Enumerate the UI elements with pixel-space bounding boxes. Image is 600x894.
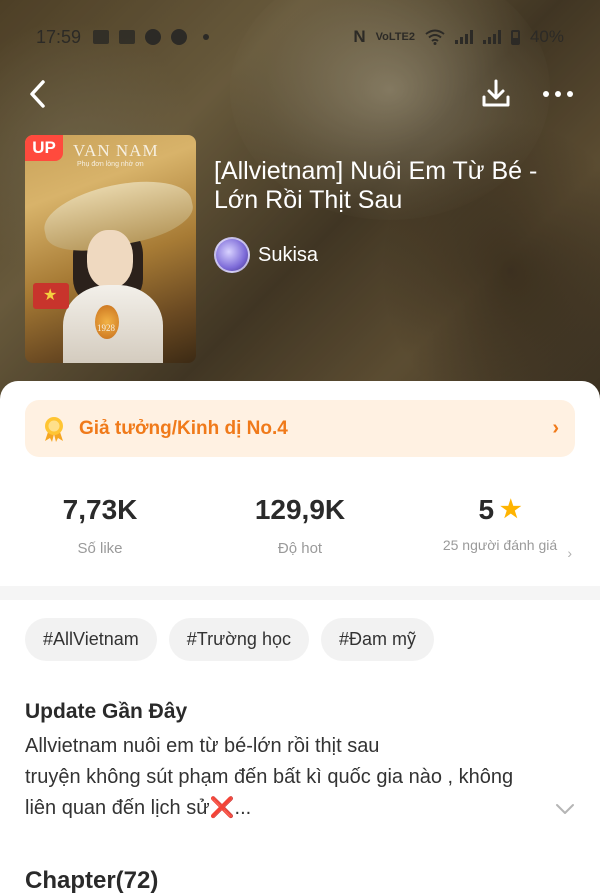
notification-icon	[119, 30, 136, 44]
likes-value: 7,73K	[62, 494, 138, 525]
book-title: [Allvietnam] Nuôi Em Từ Bé - Lớn Rồi Thị…	[214, 157, 538, 214]
status-bar: 17:59 N VoLTE2 40%	[0, 18, 600, 56]
rating-stat[interactable]: 5 ★ 25 người đánh giá ›	[400, 490, 600, 580]
download-icon	[482, 79, 510, 107]
description-ellipsis: ...	[234, 797, 252, 819]
notification-icon	[93, 30, 110, 44]
likes-stat: 7,73K Số like	[0, 490, 200, 580]
back-icon	[30, 80, 45, 108]
signal-icon	[454, 30, 473, 44]
update-heading: Update Gần Đây	[25, 700, 188, 723]
signal-icon	[482, 30, 501, 44]
section-divider	[0, 586, 600, 600]
avatar[interactable]	[214, 237, 250, 273]
more-options-button[interactable]	[536, 74, 580, 114]
tag-list: #AllVietnam #Trường học #Đam mỹ	[25, 618, 434, 661]
stats-row: 7,73K Số like 129,9K Độ hot 5 ★ 25 người…	[0, 490, 600, 580]
facebook-icon	[145, 29, 162, 45]
star-icon: ★	[500, 496, 522, 523]
chevron-down-icon[interactable]	[553, 797, 577, 821]
back-button[interactable]	[18, 74, 58, 114]
hot-stat: 129,9K Độ hot	[200, 490, 400, 580]
description-line: Allvietnam nuôi em từ bé-lớn rồi thịt sa…	[25, 735, 380, 757]
cross-mark-icon: ❌	[209, 797, 235, 819]
cover-title: VAN NAM	[73, 141, 159, 160]
facebook-icon	[171, 29, 188, 45]
hot-label: Độ hot	[277, 540, 323, 557]
tag-chip[interactable]: #Trường học	[168, 618, 309, 661]
nfc-icon: N	[353, 27, 366, 46]
ranking-label: Giả tưởng/Kinh dị No.4	[79, 417, 288, 439]
battery-icon	[510, 29, 520, 45]
hot-value: 129,9K	[254, 494, 346, 525]
volte-label: VoLTE2	[375, 31, 415, 43]
chevron-right-icon: ›	[567, 545, 572, 561]
medal-icon	[45, 416, 63, 442]
description-line: liên quan đến lịch sử	[25, 797, 210, 819]
ranking-banner[interactable]: Giả tưởng/Kinh dị No.4 ›	[25, 400, 575, 457]
book-cover[interactable]: VAN NAM Phụ đơn lòng nhờ ơn 1928	[25, 135, 196, 363]
tag-chip[interactable]: #AllVietnam	[25, 618, 157, 661]
more-notifications-icon	[203, 34, 210, 40]
cover-subtitle: Phụ đơn lòng nhờ ơn	[77, 161, 144, 168]
tag-chip[interactable]: #Đam mỹ	[320, 618, 434, 661]
battery-percent: 40%	[529, 27, 564, 46]
author-row[interactable]: Sukisa	[214, 237, 318, 273]
chapter-heading[interactable]: Chapter(72)	[25, 867, 158, 894]
cover-year: 1928	[97, 323, 115, 333]
likes-label: Số like	[77, 540, 123, 557]
rating-value: 5	[478, 494, 495, 525]
wifi-icon	[425, 29, 445, 45]
chevron-right-icon: ›	[552, 417, 559, 439]
download-button[interactable]	[476, 74, 516, 114]
author-name[interactable]: Sukisa	[258, 244, 318, 267]
status-time: 17:59	[36, 26, 82, 47]
rating-count-link[interactable]: 25 người đánh giá ›	[440, 536, 572, 561]
description-line: truyện không sút phạm đến bất kì quốc gi…	[25, 766, 514, 788]
more-icon	[543, 91, 549, 97]
update-badge: UP	[25, 135, 63, 161]
description[interactable]: Allvietnam nuôi em từ bé-lớn rồi thịt sa…	[25, 731, 565, 824]
rating-count-label: 25 người đánh giá	[442, 537, 558, 553]
